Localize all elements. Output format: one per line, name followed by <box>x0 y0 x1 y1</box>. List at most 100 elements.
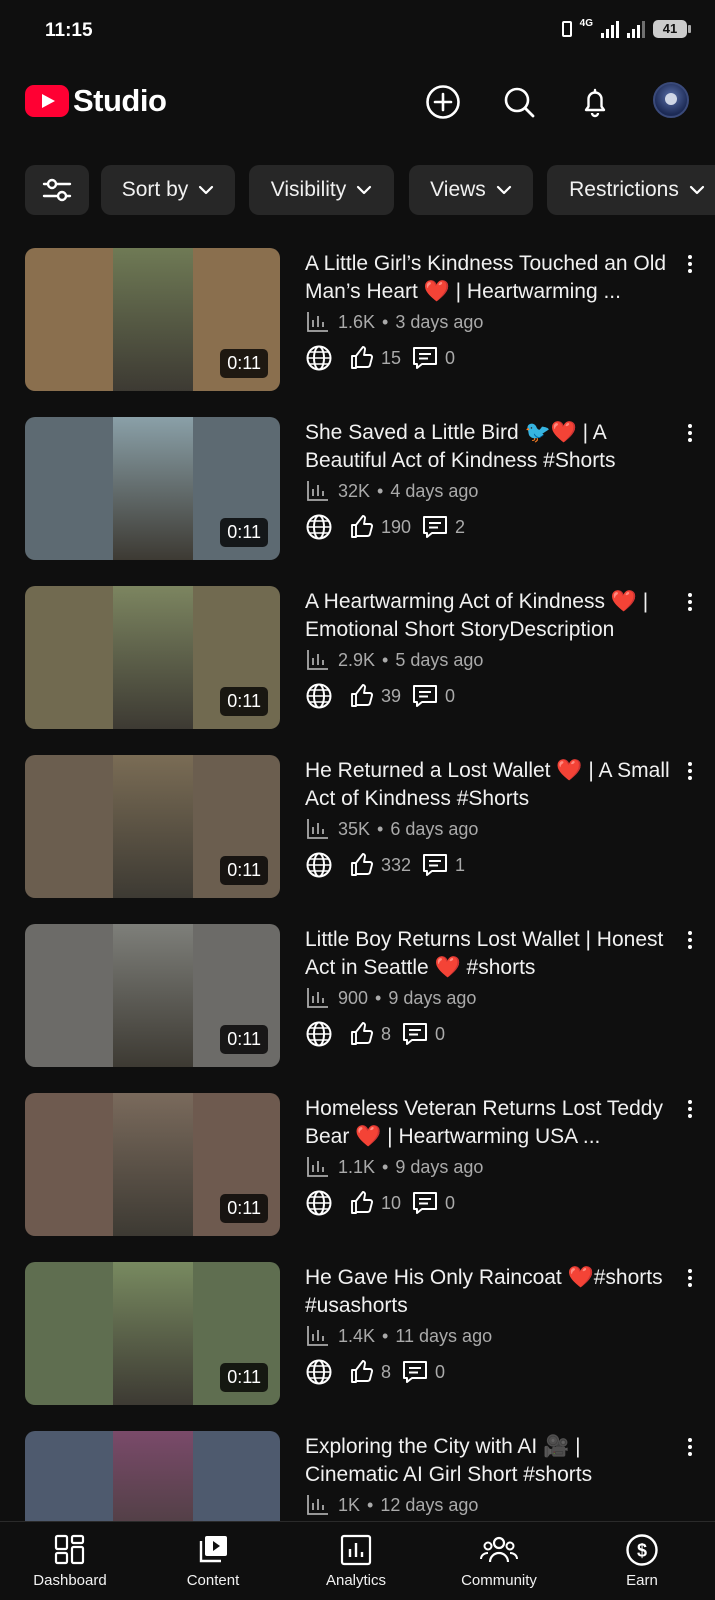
visibility-status <box>305 513 339 541</box>
video-title[interactable]: A Little Girl’s Kindness Touched an Old … <box>305 250 677 306</box>
visibility-status <box>305 344 339 372</box>
studio-logo[interactable]: Studio <box>25 83 167 119</box>
video-row-4[interactable]: 0:11 He Returned a Lost Wallet ❤️ | A Sm… <box>0 755 715 898</box>
video-thumbnail[interactable]: 0:11 <box>25 417 280 560</box>
more-options-button[interactable] <box>680 1264 700 1292</box>
video-stats: 39 0 <box>305 682 465 710</box>
nav-dashboard[interactable]: Dashboard <box>0 1522 140 1600</box>
view-count: 32K <box>338 480 371 501</box>
video-meta: 1.6K • 3 days ago <box>306 311 483 333</box>
video-title[interactable]: Homeless Veteran Returns Lost Teddy Bear… <box>305 1095 677 1151</box>
video-title[interactable]: A Heartwarming Act of Kindness ❤️ | Emot… <box>305 588 677 644</box>
more-options-button[interactable] <box>680 757 700 785</box>
create-button[interactable] <box>423 82 463 122</box>
youtube-logo-icon <box>25 85 69 117</box>
video-thumbnail[interactable]: 0:11 <box>25 586 280 729</box>
views-chart-icon <box>307 1495 328 1515</box>
visibility-status <box>305 682 339 710</box>
video-row-3[interactable]: 0:11 A Heartwarming Act of Kindness ❤️ |… <box>0 586 715 729</box>
visibility-status <box>305 1358 339 1386</box>
video-title[interactable]: He Returned a Lost Wallet ❤️ | A Small A… <box>305 757 677 813</box>
visibility-status <box>305 1020 339 1048</box>
video-title[interactable]: Exploring the City with AI 🎥 | Cinematic… <box>305 1433 677 1489</box>
views-chart-icon <box>307 988 328 1008</box>
video-title[interactable]: Little Boy Returns Lost Wallet | Honest … <box>305 926 677 982</box>
chip-visibility[interactable]: Visibility <box>249 165 394 215</box>
globe-icon <box>306 345 332 371</box>
video-thumbnail[interactable]: 0:11 <box>25 924 280 1067</box>
view-count: 900 <box>338 987 369 1008</box>
more-options-button[interactable] <box>680 419 700 447</box>
avatar[interactable] <box>653 82 689 118</box>
thumbs-up-icon <box>351 684 373 707</box>
notifications-button[interactable] <box>575 82 615 122</box>
video-row-7[interactable]: 0:11 He Gave His Only Raincoat ❤️#shorts… <box>0 1262 715 1405</box>
nav-content[interactable]: Content <box>143 1522 283 1600</box>
nav-label: Earn <box>626 1572 658 1589</box>
nav-analytics[interactable]: Analytics <box>286 1522 426 1600</box>
more-options-button[interactable] <box>680 1433 700 1461</box>
comment-count: 1 <box>455 854 466 875</box>
video-title[interactable]: He Gave His Only Raincoat ❤️#shorts #usa… <box>305 1264 677 1320</box>
video-thumbnail[interactable]: 0:11 <box>25 755 280 898</box>
upload-age: 4 days ago <box>390 480 479 501</box>
more-options-button[interactable] <box>680 588 700 616</box>
nav-earn[interactable]: $ Earn <box>572 1522 712 1600</box>
view-count: 35K <box>338 818 371 839</box>
separator-dot: • <box>382 649 389 670</box>
comment-icon <box>413 685 438 707</box>
more-options-button[interactable] <box>680 1095 700 1123</box>
likes-stat: 39 <box>349 683 401 709</box>
chip-label: Restrictions <box>569 178 679 201</box>
community-icon <box>480 1536 518 1563</box>
video-stats: 15 0 <box>305 344 465 372</box>
video-meta: 1.4K • 11 days ago <box>306 1325 492 1347</box>
chip-restrictions[interactable]: Restrictions <box>547 165 715 215</box>
video-title[interactable]: She Saved a Little Bird 🐦❤️ | A Beautifu… <box>305 419 677 475</box>
video-meta: 32K • 4 days ago <box>306 480 478 502</box>
signal-icon <box>601 20 619 38</box>
video-row-5[interactable]: 0:11 Little Boy Returns Lost Wallet | Ho… <box>0 924 715 1067</box>
video-thumbnail[interactable]: 0:11 <box>25 1093 280 1236</box>
separator-dot: • <box>375 987 382 1008</box>
more-options-button[interactable] <box>680 250 700 278</box>
filter-settings-button[interactable] <box>25 165 89 215</box>
chip-views[interactable]: Views <box>409 165 533 215</box>
globe-icon <box>306 1359 332 1385</box>
likes-stat: 8 <box>349 1021 391 1047</box>
chip-label: Sort by <box>121 178 189 201</box>
globe-icon <box>306 1190 332 1216</box>
visibility-status <box>305 851 339 879</box>
comment-count: 0 <box>435 1361 446 1382</box>
view-count: 1.6K <box>338 311 376 332</box>
upload-age: 6 days ago <box>390 818 479 839</box>
like-count: 15 <box>381 347 402 368</box>
globe-icon <box>306 852 332 878</box>
more-options-button[interactable] <box>680 926 700 954</box>
search-button[interactable] <box>499 82 539 122</box>
comment-icon <box>423 854 448 876</box>
video-thumbnail[interactable]: 0:11 <box>25 1262 280 1405</box>
chevron-down-icon <box>689 185 704 195</box>
like-count: 8 <box>381 1023 392 1044</box>
chip-sort-by[interactable]: Sort by <box>101 165 235 215</box>
video-meta: 2.9K • 5 days ago <box>306 649 483 671</box>
duration-badge: 0:11 <box>220 1194 268 1223</box>
view-count: 1K <box>338 1494 361 1515</box>
duration-badge: 0:11 <box>220 1363 268 1392</box>
view-count: 1.4K <box>338 1325 376 1346</box>
video-thumbnail[interactable]: 0:11 <box>25 248 280 391</box>
video-meta: 35K • 6 days ago <box>306 818 478 840</box>
view-count: 1.1K <box>338 1156 376 1177</box>
separator-dot: • <box>367 1494 374 1515</box>
comments-stat: 0 <box>401 1021 445 1047</box>
thumbs-up-icon <box>351 346 373 369</box>
battery-indicator: 41 <box>653 20 691 38</box>
upload-age: 5 days ago <box>395 649 484 670</box>
nav-community[interactable]: Community <box>429 1522 569 1600</box>
video-row-2[interactable]: 0:11 She Saved a Little Bird 🐦❤️ | A Bea… <box>0 417 715 560</box>
globe-icon <box>306 683 332 709</box>
video-row-1[interactable]: 0:11 A Little Girl’s Kindness Touched an… <box>0 248 715 391</box>
video-row-6[interactable]: 0:11 Homeless Veteran Returns Lost Teddy… <box>0 1093 715 1236</box>
like-count: 8 <box>381 1361 392 1382</box>
